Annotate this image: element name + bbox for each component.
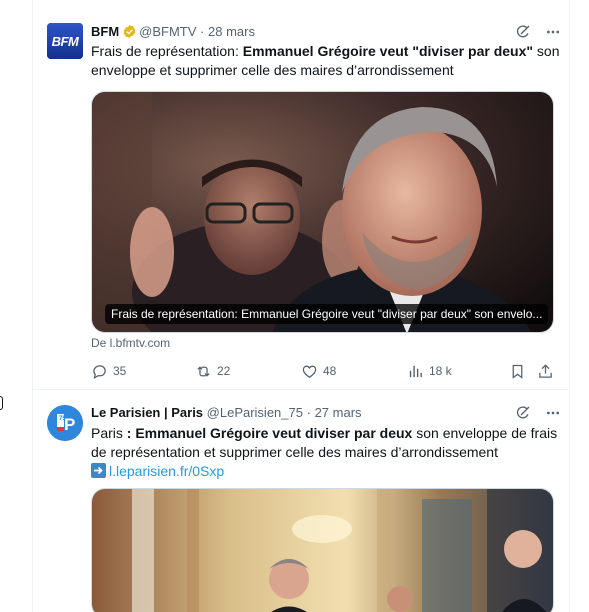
reply-button[interactable]: 35 <box>91 361 126 381</box>
right-arrow-emoji-icon <box>91 463 106 478</box>
text-part-bold: Emmanuel Grégoire veut "diviser par deux… <box>242 43 534 59</box>
text-part: Frais de représentation: <box>91 43 243 59</box>
reply-count: 35 <box>113 364 127 378</box>
text-part-bold: : Emmanuel Grégoire veut diviser par deu… <box>126 425 413 441</box>
tweet-text: Frais de représentation: Emmanuel Grégoi… <box>91 42 561 80</box>
share-icon <box>537 363 554 380</box>
window-edge-handle <box>0 396 3 410</box>
text-part: Paris <box>91 425 127 441</box>
separator: · <box>200 24 205 39</box>
tweet[interactable]: BFM BFM @BFMTV · 28 mars Frais de représe… <box>33 0 569 390</box>
bfm-logo: BFM <box>47 23 83 59</box>
tweet-actions: 35 22 48 18 k <box>91 361 554 381</box>
separator: · <box>306 405 311 420</box>
repost-icon <box>195 363 212 380</box>
grok-icon[interactable] <box>515 405 531 421</box>
views-count: 18 k <box>429 364 452 378</box>
author-name[interactable]: Le Parisien | Paris <box>91 405 203 420</box>
bookmark-button[interactable] <box>509 361 526 381</box>
grok-icon[interactable] <box>515 24 531 40</box>
author-handle[interactable]: @BFMTV <box>139 24 196 39</box>
le-parisien-logo: 75 P <box>47 405 83 441</box>
tweet-text: Paris : Emmanuel Grégoire veut diviser p… <box>91 424 561 481</box>
avatar[interactable]: BFM <box>47 23 83 59</box>
tweet-media-image[interactable] <box>91 488 554 612</box>
repost-button[interactable]: 22 <box>195 361 230 381</box>
more-icon[interactable] <box>545 24 561 40</box>
share-button[interactable] <box>537 361 554 381</box>
tweet-link[interactable]: l.leparisien.fr/0Sxp <box>109 463 224 479</box>
tweet[interactable]: 75 P Le Parisien | Paris @LeParisien_75 … <box>33 390 569 612</box>
views-icon <box>407 363 424 380</box>
media-caption: Frais de représentation: Emmanuel Grégoi… <box>105 304 549 324</box>
link-source[interactable]: De l.bfmtv.com <box>91 336 170 350</box>
avatar-letter: P <box>64 415 75 434</box>
like-icon <box>301 363 318 380</box>
repost-count: 22 <box>217 364 231 378</box>
tweet-header: BFM @BFMTV · 28 mars <box>91 22 561 42</box>
timeline: BFM BFM @BFMTV · 28 mars Frais de représe… <box>32 0 570 612</box>
tweet-header: Le Parisien | Paris @LeParisien_75 · 27 … <box>91 403 561 423</box>
views-button[interactable]: 18 k <box>407 361 452 381</box>
tweet-date[interactable]: 28 mars <box>208 24 255 39</box>
bookmark-icon <box>509 363 526 380</box>
tweet-date[interactable]: 27 mars <box>315 405 362 420</box>
more-icon[interactable] <box>545 405 561 421</box>
author-handle[interactable]: @LeParisien_75 <box>207 405 303 420</box>
avatar[interactable]: 75 P <box>47 405 83 441</box>
author-name[interactable]: BFM <box>91 24 119 39</box>
like-count: 48 <box>323 364 337 378</box>
like-button[interactable]: 48 <box>301 361 336 381</box>
tweet-media-image[interactable]: Frais de représentation: Emmanuel Grégoi… <box>91 91 554 333</box>
reply-icon <box>91 363 108 380</box>
